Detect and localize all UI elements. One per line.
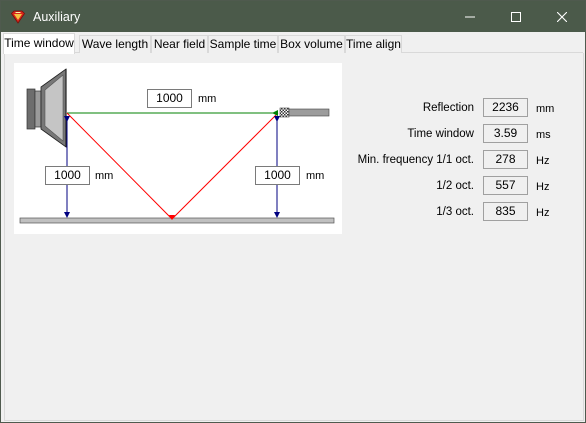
window-title: Auxiliary: [33, 10, 81, 24]
maximize-icon: [511, 11, 521, 22]
mic-height-unit: mm: [306, 170, 325, 182]
app-logo-icon: [10, 10, 26, 24]
reflection-diagram: 1000 mm 1000 mm 1000 mm: [14, 63, 342, 234]
time-window-label: Time window: [407, 128, 474, 140]
tab-box-volume[interactable]: Box volume: [278, 35, 345, 53]
close-icon: [557, 11, 567, 22]
third-octave-label: 1/3 oct.: [436, 206, 474, 218]
half-octave-value: 557: [483, 176, 528, 195]
tab-wave-length[interactable]: Wave length: [79, 35, 151, 53]
minimize-icon: [465, 16, 475, 17]
mic-arrival-marker: [272, 110, 278, 116]
maximize-button[interactable]: [493, 1, 539, 32]
half-octave-label: 1/2 oct.: [436, 180, 474, 192]
min-frequency-octave-label: Min. frequency 1/1 oct.: [357, 154, 474, 166]
third-octave-value: 835: [483, 202, 528, 221]
distance-unit: mm: [198, 93, 217, 105]
reflection-label: Reflection: [422, 102, 474, 114]
tab-time-window[interactable]: Time window: [3, 33, 75, 54]
min-frequency-octave-unit: Hz: [536, 155, 550, 167]
microphone-icon: [279, 107, 330, 118]
half-octave-unit: Hz: [536, 181, 550, 193]
reflection-value: 2236: [483, 98, 528, 117]
close-button[interactable]: [539, 1, 585, 32]
tab-sample-time[interactable]: Sample time: [208, 35, 278, 53]
floor-surface: [19, 217, 335, 224]
tab-time-align[interactable]: Time align: [345, 35, 402, 53]
speaker-height-unit: mm: [95, 170, 114, 182]
loudspeaker-icon: [26, 68, 67, 148]
minimize-button[interactable]: [447, 1, 493, 32]
title-bar[interactable]: Auxiliary: [1, 1, 585, 32]
reflected-path-line: [66, 112, 279, 220]
third-octave-unit: Hz: [536, 207, 550, 219]
min-frequency-octave-value: 278: [483, 150, 528, 169]
tab-near-field[interactable]: Near field: [151, 35, 208, 53]
mic-height-input[interactable]: 1000: [255, 166, 300, 185]
auxiliary-window: Auxiliary Time window Wave length Near f…: [0, 0, 586, 423]
speaker-height-input[interactable]: 1000: [45, 166, 90, 185]
time-window-value: 3.59: [483, 124, 528, 143]
reflection-unit: mm: [536, 103, 555, 115]
tab-strip: Time window Wave length Near field Sampl…: [3, 33, 583, 54]
time-window-unit: ms: [536, 129, 551, 141]
distance-input[interactable]: 1000: [147, 89, 192, 108]
